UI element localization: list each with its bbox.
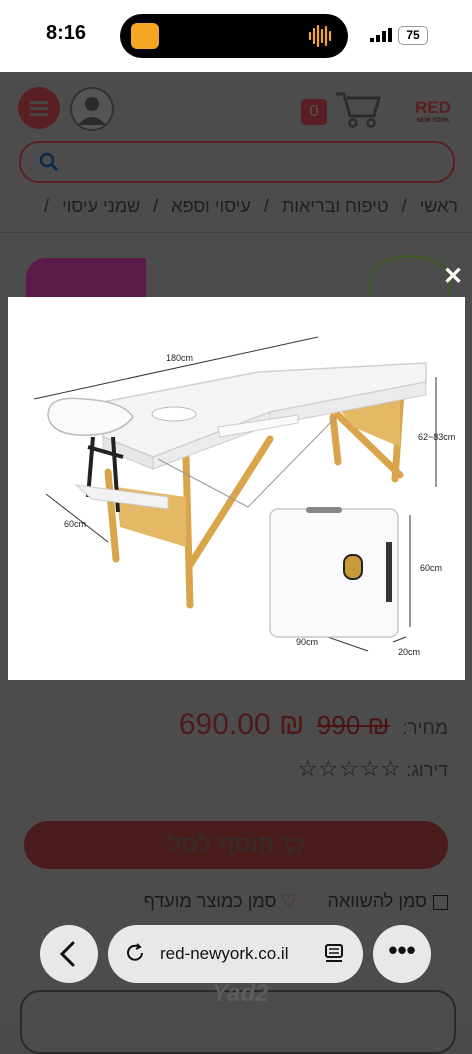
menu-button[interactable] <box>18 87 60 129</box>
app-icon <box>131 23 159 49</box>
address-bar[interactable]: red-newyork.co.il <box>108 925 363 983</box>
logo-subtext: NEW YORK <box>416 118 450 124</box>
site-logo[interactable]: RED NEW YORK <box>415 98 451 124</box>
price-label: מחיר: <box>402 718 448 739</box>
dynamic-island <box>120 14 348 58</box>
product-tag-ribbon <box>26 258 146 298</box>
add-to-cart-label: הוסף לסל <box>167 831 275 858</box>
chevron-left-icon <box>59 941 75 967</box>
checkbox-icon[interactable] <box>433 894 448 910</box>
compare-label: סמן להשוואה <box>327 891 427 911</box>
breadcrumb-separator: / <box>153 196 159 216</box>
breadcrumb: ראשי / טיפוח ובריאות / עיסוי וספא / שמני… <box>28 196 458 217</box>
logo-text: RED <box>415 98 451 117</box>
status-time: 8:16 <box>46 22 87 44</box>
breadcrumb-separator: / <box>263 196 269 216</box>
price-old: ₪ 990 <box>316 710 390 740</box>
dim-height: 62~83cm <box>418 432 455 442</box>
favorite-label: סמן כמוצר מועדף <box>143 891 277 911</box>
price-new: ₪ 690.00 <box>178 708 305 741</box>
audio-wave-icon <box>308 25 332 47</box>
rating-stars[interactable]: ☆☆☆☆☆ <box>298 756 402 781</box>
add-to-cart-button[interactable]: הוסף לסל <box>24 821 448 869</box>
battery-indicator: 75 <box>398 26 428 45</box>
cart-icon <box>281 836 306 855</box>
rating-row: דירוג: ☆☆☆☆☆ <box>24 756 448 782</box>
breadcrumb-grooming[interactable]: טיפוח ובריאות <box>282 196 389 216</box>
case-height: 60cm <box>420 563 442 573</box>
product-options: סמן להשוואה ♡סמן כמוצר מועדף <box>24 891 448 912</box>
divider <box>0 232 472 233</box>
case-width: 90cm <box>296 637 318 647</box>
reload-icon[interactable] <box>124 942 146 964</box>
breadcrumb-massage-oils[interactable]: שמני עיסוי <box>62 196 140 216</box>
reader-mode-icon[interactable] <box>324 943 344 965</box>
breadcrumb-separator: / <box>44 196 50 216</box>
breadcrumb-home[interactable]: ראשי <box>420 196 458 216</box>
product-thumbnail[interactable] <box>370 255 450 303</box>
dim-length: 180cm <box>166 353 193 363</box>
url-text: red-newyork.co.il <box>160 944 289 963</box>
rating-label: דירוג: <box>406 760 448 780</box>
search-input[interactable] <box>19 141 455 183</box>
browser-back-button[interactable] <box>40 925 98 983</box>
compare-option[interactable]: סמן להשוואה <box>328 891 448 911</box>
price-row: מחיר: ₪ 990 ₪ 690.00 <box>24 708 448 742</box>
heart-icon[interactable]: ♡ <box>280 891 296 911</box>
signal-icon <box>370 28 392 42</box>
user-avatar-icon[interactable] <box>70 87 114 131</box>
close-icon[interactable]: ✕ <box>443 262 463 291</box>
search-icon[interactable] <box>39 152 59 172</box>
massage-table-illustration: 180cm 62~83cm 60cm 60cm 90cm 20cm <box>33 336 455 657</box>
cart-icon[interactable] <box>334 90 382 128</box>
product-image: 180cm 62~83cm 60cm 60cm 90cm 20cm <box>8 297 465 680</box>
breadcrumb-massage-spa[interactable]: עיסוי וספא <box>171 196 251 216</box>
favorite-option[interactable]: ♡סמן כמוצר מועדף <box>144 891 297 911</box>
dim-width: 60cm <box>64 519 86 529</box>
breadcrumb-separator: / <box>401 196 407 216</box>
case-depth: 20cm <box>398 647 420 657</box>
more-options-button[interactable]: ••• <box>373 925 431 983</box>
watermark: Yad2 <box>212 980 269 1007</box>
cart-count-badge[interactable]: 0 <box>301 99 327 125</box>
